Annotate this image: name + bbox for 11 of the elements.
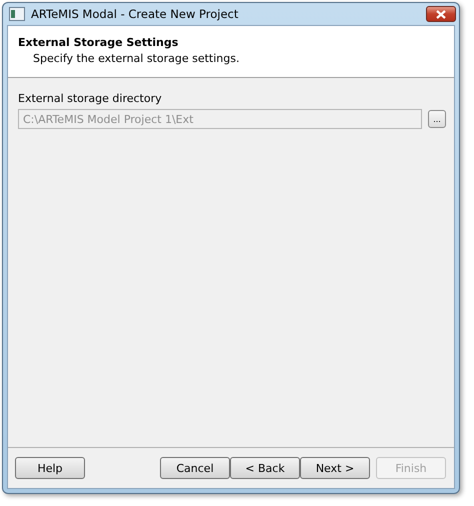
- window-title: ARTeMIS Modal - Create New Project: [31, 7, 240, 21]
- wizard-button[interactable]: Cancel: [160, 457, 230, 479]
- close-icon: [436, 10, 446, 18]
- app-icon: [9, 7, 25, 21]
- close-button[interactable]: [426, 6, 456, 22]
- field-label: External storage directory: [18, 92, 163, 105]
- wizard-button[interactable]: Next >: [300, 457, 370, 479]
- page-title: External Storage Settings: [18, 36, 180, 49]
- wizard-button[interactable]: < Back: [230, 457, 300, 479]
- wizard-button[interactable]: Help: [15, 457, 85, 479]
- page-subtitle: Specify the external storage settings.: [33, 52, 240, 65]
